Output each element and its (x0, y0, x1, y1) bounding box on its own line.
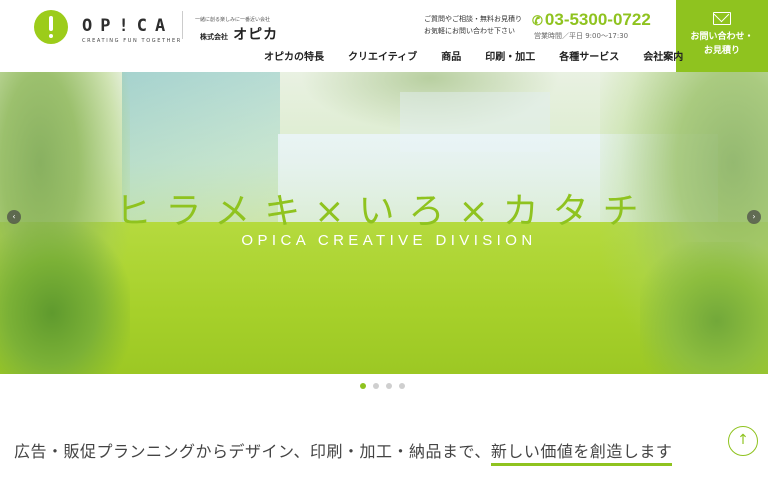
main-nav: オピカの特長 クリエイティブ 商品 印刷・加工 各種サービス 会社案内 (252, 46, 695, 66)
logo-tagline: CREATING FUN TOGETHER (82, 38, 182, 44)
hero-slider: ヒラメキ×いろ×カタチ OPICA CREATIVE DIVISION (0, 72, 768, 374)
contact-note-line-1: ご質問やご相談・無料お見積り (424, 15, 522, 23)
intro-text: 広告・販促プランニングからデザイン、印刷・加工・納品まで、 (14, 442, 491, 461)
chevron-right-icon: › (752, 212, 756, 221)
logo-wordmark: OP!CA (82, 16, 174, 36)
company-tagline: 一緒に創る楽しみに一番近い会社 (195, 17, 271, 23)
nav-item-features[interactable]: オピカの特長 (252, 46, 336, 66)
arrow-up-icon: ↑ (737, 432, 749, 448)
company-name: オピカ (233, 27, 279, 43)
intro-highlight: 新しい価値を創造します (490, 442, 673, 466)
phone-number-link[interactable]: ✆ 03-5300-0722 (532, 10, 651, 30)
company-prefix: 株式会社 (200, 33, 228, 41)
site-header: OP!CA CREATING FUN TOGETHER 一緒に創る楽しみに一番近… (0, 0, 768, 72)
hero-title: ヒラメキ×いろ×カタチ (115, 191, 653, 232)
intro-statement: 広告・販促プランニングからデザイン、印刷・加工・納品まで、新しい価値を創造します (14, 438, 673, 466)
nav-item-creative[interactable]: クリエイティブ (336, 46, 429, 66)
phone-icon: ✆ (532, 13, 543, 28)
slider-pagination (360, 383, 405, 389)
phone-number: 03-5300-0722 (544, 10, 651, 29)
scroll-to-top-button[interactable]: ↑ (728, 426, 758, 456)
foliage-right-lower (640, 242, 768, 374)
site-logo[interactable]: OP!CA CREATING FUN TOGETHER (34, 10, 180, 44)
prev-slide-button[interactable]: ‹ (7, 210, 21, 224)
business-hours: 営業時間／平日 9:00〜17:30 (534, 32, 629, 40)
hero-subtitle: OPICA CREATIVE DIVISION (241, 232, 537, 249)
contact-note: ご質問やご相談・無料お見積り お気軽にお問い合わせ下さい (424, 13, 534, 37)
mail-icon (713, 12, 731, 25)
chevron-left-icon: ‹ (12, 212, 16, 221)
exclamation-logo-icon (34, 10, 68, 44)
next-slide-button[interactable]: › (747, 210, 761, 224)
contact-note-line-2: お気軽にお問い合わせ下さい (424, 27, 515, 35)
slider-dot-4[interactable] (399, 383, 405, 389)
slider-dot-1[interactable] (360, 383, 366, 389)
logo-divider (182, 11, 183, 39)
nav-item-printing[interactable]: 印刷・加工 (473, 46, 547, 66)
slider-dot-3[interactable] (386, 383, 392, 389)
company-name-block: 株式会社 オピカ (200, 24, 278, 44)
nav-item-products[interactable]: 商品 (429, 46, 473, 66)
contact-button-line-1: お問い合わせ・ (690, 32, 754, 42)
nav-item-company[interactable]: 会社案内 (631, 46, 695, 66)
slider-dot-2[interactable] (373, 383, 379, 389)
nav-item-services[interactable]: 各種サービス (547, 46, 631, 66)
